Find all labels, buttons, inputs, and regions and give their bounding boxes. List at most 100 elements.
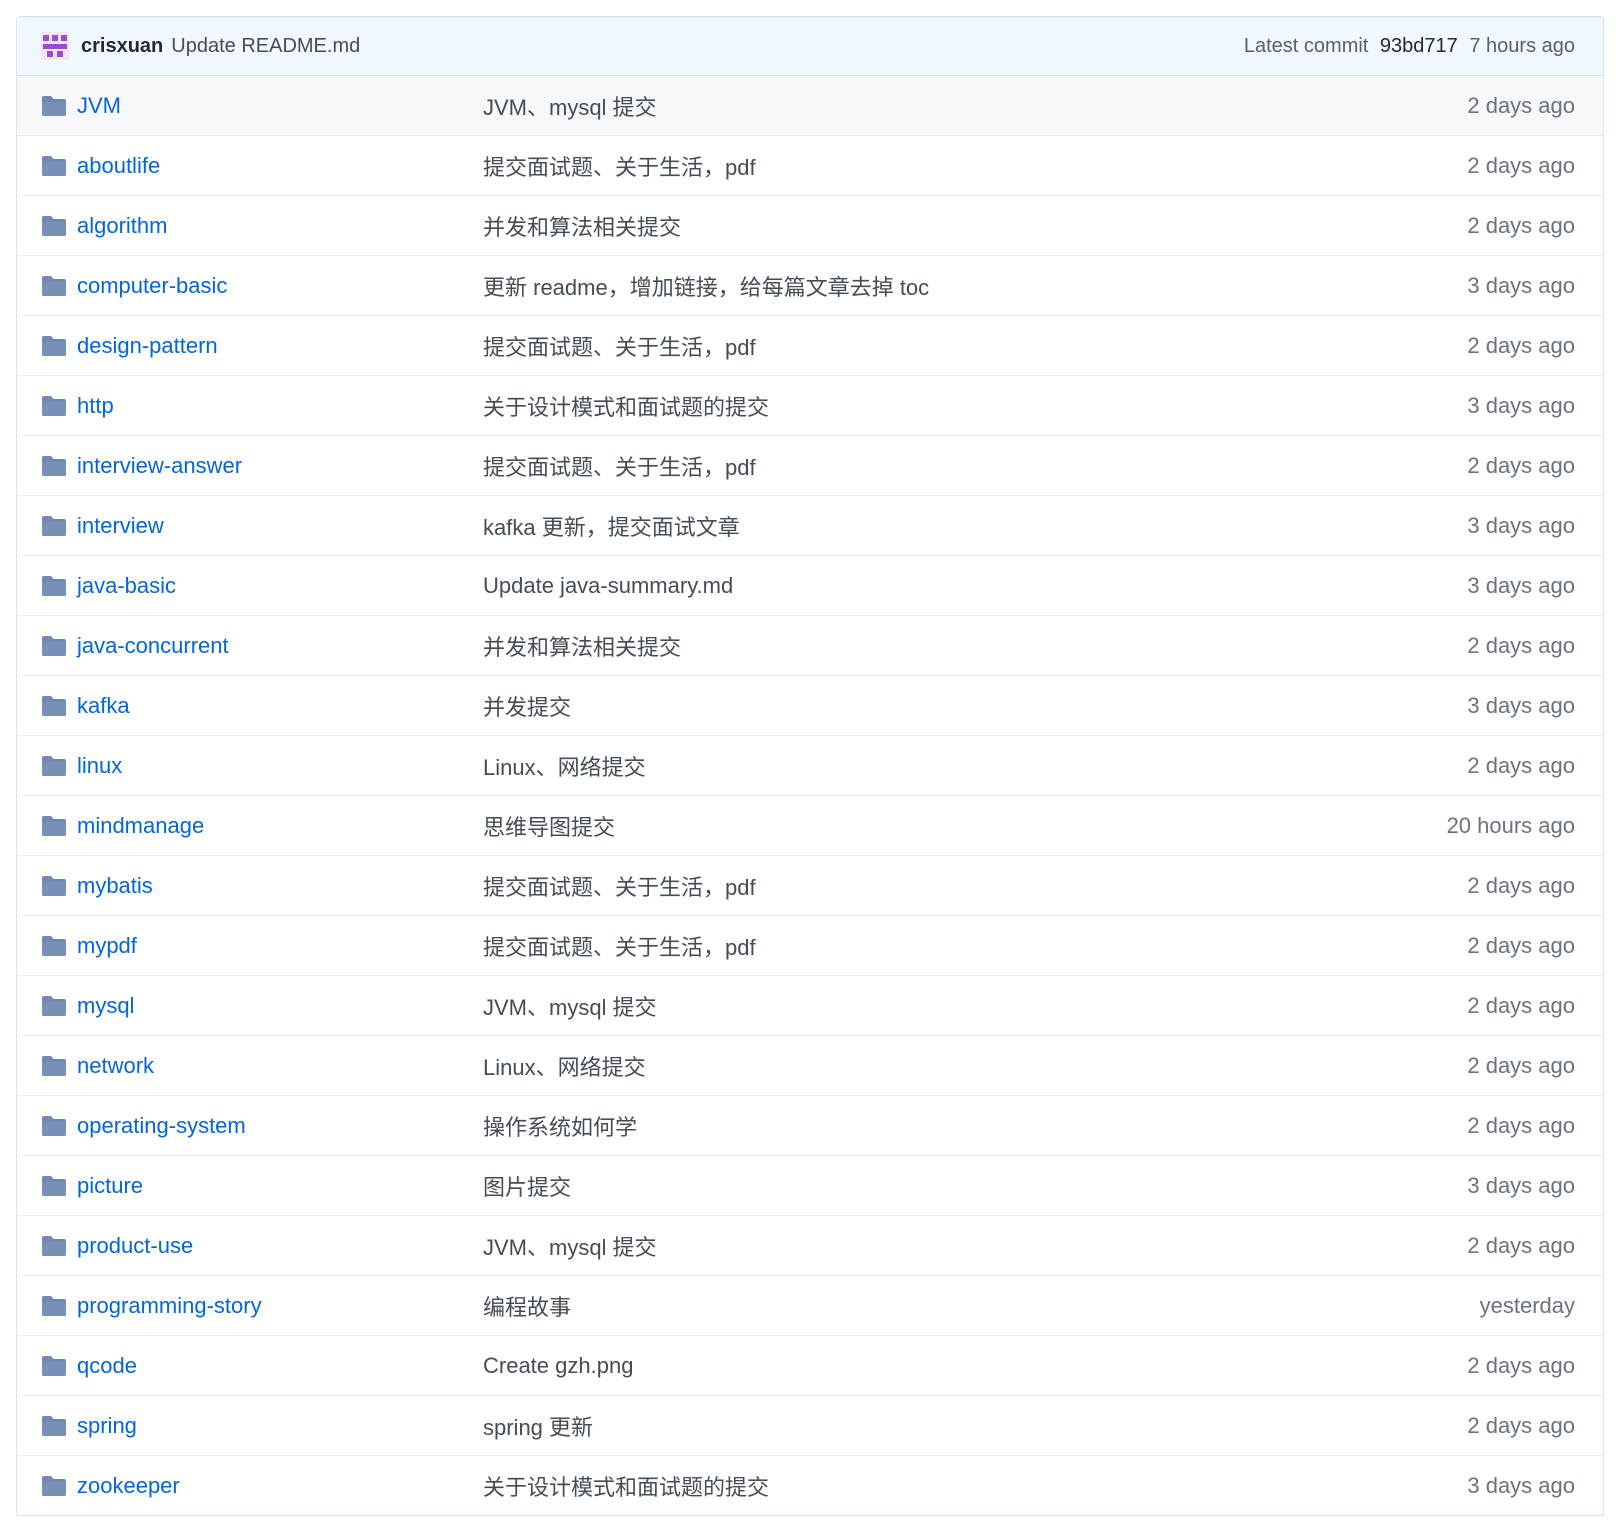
- file-name-cell: interview: [41, 513, 483, 539]
- commit-message-link[interactable]: 提交面试题、关于生活，pdf: [483, 870, 1395, 902]
- file-row[interactable]: interview-answer 提交面试题、关于生活，pdf 2 days ago: [17, 435, 1603, 495]
- commit-message-link[interactable]: 编程故事: [483, 1290, 1395, 1322]
- file-row[interactable]: picture 图片提交 3 days ago: [17, 1155, 1603, 1215]
- avatar-icon[interactable]: [41, 32, 69, 60]
- file-name-cell: java-concurrent: [41, 633, 483, 659]
- commit-age: 2 days ago: [1467, 1412, 1575, 1438]
- file-row[interactable]: operating-system 操作系统如何学 2 days ago: [17, 1095, 1603, 1155]
- file-name-cell: interview-answer: [41, 453, 483, 479]
- file-name-cell: zookeeper: [41, 1473, 483, 1499]
- file-row[interactable]: mindmanage 思维导图提交 20 hours ago: [17, 795, 1603, 855]
- commit-message-link[interactable]: Update java-summary.md: [483, 573, 1395, 599]
- folder-icon: [42, 995, 66, 1016]
- file-name-link[interactable]: kafka: [77, 693, 130, 719]
- commit-age: 2 days ago: [1467, 452, 1575, 478]
- commit-message-link[interactable]: 并发和算法相关提交: [483, 210, 1395, 242]
- file-name-link[interactable]: operating-system: [77, 1113, 246, 1139]
- commit-message-link[interactable]: 提交面试题、关于生活，pdf: [483, 330, 1395, 362]
- commit-sha[interactable]: 93bd717: [1380, 35, 1458, 57]
- file-name-cell: network: [41, 1053, 483, 1079]
- commit-message-link[interactable]: JVM、mysql 提交: [483, 990, 1395, 1022]
- file-row[interactable]: qcode Create gzh.png 2 days ago: [17, 1335, 1603, 1395]
- file-name-link[interactable]: java-basic: [77, 573, 176, 599]
- file-row[interactable]: algorithm 并发和算法相关提交 2 days ago: [17, 195, 1603, 255]
- file-row[interactable]: aboutlife 提交面试题、关于生活，pdf 2 days ago: [17, 135, 1603, 195]
- commit-message-link[interactable]: 提交面试题、关于生活，pdf: [483, 930, 1395, 962]
- file-name-link[interactable]: http: [77, 393, 114, 419]
- file-name-link[interactable]: picture: [77, 1173, 143, 1199]
- file-name-cell: qcode: [41, 1353, 483, 1379]
- file-name-link[interactable]: qcode: [77, 1353, 137, 1379]
- file-name-link[interactable]: linux: [77, 753, 122, 779]
- file-row[interactable]: kafka 并发提交 3 days ago: [17, 675, 1603, 735]
- file-name-cell: linux: [41, 753, 483, 779]
- file-row[interactable]: http 关于设计模式和面试题的提交 3 days ago: [17, 375, 1603, 435]
- latest-commit-label: Latest commit: [1243, 34, 1369, 57]
- commit-message-link[interactable]: 提交面试题、关于生活，pdf: [483, 150, 1395, 182]
- file-name-link[interactable]: computer-basic: [77, 273, 227, 299]
- file-row[interactable]: mybatis 提交面试题、关于生活，pdf 2 days ago: [17, 855, 1603, 915]
- file-name-link[interactable]: algorithm: [77, 213, 167, 239]
- commit-message-link[interactable]: spring 更新: [483, 1410, 1395, 1442]
- file-row[interactable]: design-pattern 提交面试题、关于生活，pdf 2 days ago: [17, 315, 1603, 375]
- file-row[interactable]: linux Linux、网络提交 2 days ago: [17, 735, 1603, 795]
- file-row[interactable]: programming-story 编程故事 yesterday: [17, 1275, 1603, 1335]
- file-name-link[interactable]: mypdf: [77, 933, 137, 959]
- folder-icon: [42, 275, 66, 296]
- commit-message-link[interactable]: 操作系统如何学: [483, 1110, 1395, 1142]
- commit-message-link[interactable]: Linux、网络提交: [483, 750, 1395, 782]
- file-row[interactable]: java-concurrent 并发和算法相关提交 2 days ago: [17, 615, 1603, 675]
- commit-message-link[interactable]: kafka 更新，提交面试文章: [483, 510, 1395, 542]
- file-name-link[interactable]: JVM: [77, 93, 121, 119]
- commit-message-link[interactable]: 提交面试题、关于生活，pdf: [483, 450, 1395, 482]
- file-row[interactable]: spring spring 更新 2 days ago: [17, 1395, 1603, 1455]
- commit-message-link[interactable]: JVM、mysql 提交: [483, 90, 1395, 122]
- commit-message-link[interactable]: Linux、网络提交: [483, 1050, 1395, 1082]
- folder-icon: [42, 575, 66, 596]
- file-row[interactable]: JVM JVM、mysql 提交 2 days ago: [17, 76, 1603, 135]
- commit-message-link[interactable]: 图片提交: [483, 1170, 1395, 1202]
- commit-message-link[interactable]: 思维导图提交: [483, 810, 1395, 842]
- file-name-link[interactable]: network: [77, 1053, 154, 1079]
- commit-message-link[interactable]: 更新 readme，增加链接，给每篇文章去掉 toc: [483, 270, 1395, 302]
- file-name-link[interactable]: mysql: [77, 993, 134, 1019]
- file-name-link[interactable]: interview-answer: [77, 453, 242, 479]
- file-name-link[interactable]: mindmanage: [77, 813, 204, 839]
- folder-icon: [42, 695, 66, 716]
- commit-message-link[interactable]: JVM、mysql 提交: [483, 1230, 1395, 1262]
- commit-age: 3 days ago: [1467, 1172, 1575, 1198]
- file-name-link[interactable]: mybatis: [77, 873, 153, 899]
- file-name-link[interactable]: product-use: [77, 1233, 193, 1259]
- file-row[interactable]: mysql JVM、mysql 提交 2 days ago: [17, 975, 1603, 1035]
- file-name-cell: JVM: [41, 93, 483, 119]
- file-name-link[interactable]: aboutlife: [77, 153, 160, 179]
- commit-author[interactable]: crisxuan: [81, 35, 163, 58]
- file-name-link[interactable]: java-concurrent: [77, 633, 229, 659]
- file-name-cell: programming-story: [41, 1293, 483, 1319]
- file-name-link[interactable]: design-pattern: [77, 333, 218, 359]
- commit-message-link[interactable]: 关于设计模式和面试题的提交: [483, 390, 1395, 422]
- file-row[interactable]: zookeeper 关于设计模式和面试题的提交 3 days ago: [17, 1455, 1603, 1515]
- folder-icon: [42, 1475, 66, 1496]
- commit-message-link[interactable]: Create gzh.png: [483, 1353, 1395, 1379]
- commit-message-link[interactable]: 并发提交: [483, 690, 1395, 722]
- file-row[interactable]: computer-basic 更新 readme，增加链接，给每篇文章去掉 toc…: [17, 255, 1603, 315]
- file-row[interactable]: network Linux、网络提交 2 days ago: [17, 1035, 1603, 1095]
- commit-age: 2 days ago: [1467, 92, 1575, 118]
- file-row[interactable]: mypdf 提交面试题、关于生活，pdf 2 days ago: [17, 915, 1603, 975]
- file-row[interactable]: product-use JVM、mysql 提交 2 days ago: [17, 1215, 1603, 1275]
- file-name-link[interactable]: spring: [77, 1413, 137, 1439]
- file-name-cell: kafka: [41, 693, 483, 719]
- file-name-link[interactable]: interview: [77, 513, 164, 539]
- commit-age: 2 days ago: [1467, 992, 1575, 1018]
- file-row[interactable]: interview kafka 更新，提交面试文章 3 days ago: [17, 495, 1603, 555]
- commit-message[interactable]: Update README.md: [171, 35, 360, 58]
- file-name-link[interactable]: zookeeper: [77, 1473, 180, 1499]
- commit-message-link[interactable]: 关于设计模式和面试题的提交: [483, 1470, 1395, 1502]
- file-row[interactable]: java-basic Update java-summary.md 3 days a…: [17, 555, 1603, 615]
- folder-icon: [42, 1295, 66, 1316]
- file-name-link[interactable]: programming-story: [77, 1293, 262, 1319]
- commit-age: 2 days ago: [1467, 1052, 1575, 1078]
- file-name-cell: product-use: [41, 1233, 483, 1259]
- commit-message-link[interactable]: 并发和算法相关提交: [483, 630, 1395, 662]
